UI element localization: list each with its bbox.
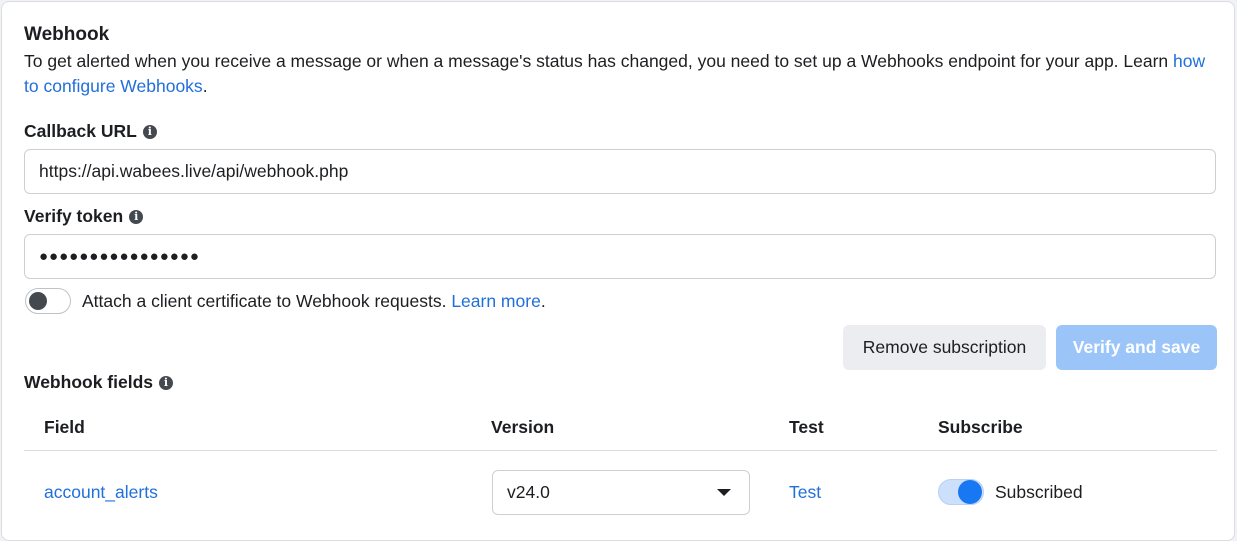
subscribe-status: Subscribed — [995, 482, 1083, 502]
webhook-card: Webhook To get alerted when you receive … — [1, 1, 1235, 541]
column-header-field: Field — [44, 417, 85, 437]
webhook-fields-label: Webhook fields — [24, 372, 153, 392]
test-link[interactable]: Test — [789, 482, 821, 503]
remove-subscription-button[interactable]: Remove subscription — [843, 325, 1046, 370]
callback-url-label-row: Callback URL i — [24, 121, 157, 142]
verify-and-save-button[interactable]: Verify and save — [1056, 325, 1217, 370]
field-name-link[interactable]: account_alerts — [44, 482, 158, 503]
toggle-knob — [958, 480, 982, 504]
verify-token-label-row: Verify token i — [24, 206, 144, 227]
webhook-fields-label-row: Webhook fields i — [24, 372, 173, 393]
callback-url-input[interactable]: https://api.wabees.live/api/webhook.php — [24, 149, 1216, 194]
client-certificate-text: Attach a client certificate to Webhook r… — [82, 291, 546, 312]
client-certificate-label: Attach a client certificate to Webhook r… — [82, 291, 452, 311]
toggle-knob — [29, 292, 47, 310]
client-certificate-suffix: . — [540, 291, 546, 311]
section-title: Webhook — [24, 24, 110, 45]
column-header-version: Version — [491, 417, 555, 437]
column-header-test: Test — [789, 417, 824, 437]
chevron-down-icon — [717, 489, 731, 496]
subscribe-toggle[interactable] — [938, 479, 984, 505]
info-icon[interactable]: i — [142, 124, 157, 139]
table-row: account_alerts v24.0 Test Subscribed — [24, 451, 1217, 534]
client-certificate-toggle[interactable] — [25, 288, 71, 314]
verify-token-label: Verify token — [24, 206, 124, 226]
webhook-description: To get alerted when you receive a messag… — [24, 49, 1219, 99]
description-text: To get alerted when you receive a messag… — [24, 51, 1174, 71]
description-suffix: . — [202, 76, 208, 96]
info-icon[interactable]: i — [159, 375, 173, 390]
version-select-value: v24.0 — [507, 482, 550, 502]
column-header-subscribe: Subscribe — [938, 417, 1023, 437]
fields-table-header: Field Version Test Subscribe — [24, 405, 1217, 451]
verify-token-input[interactable]: ●●●●●●●●●●●●●●●● — [24, 234, 1216, 279]
callback-url-label: Callback URL — [24, 121, 137, 141]
version-select[interactable]: v24.0 — [492, 470, 750, 515]
info-icon[interactable]: i — [129, 209, 144, 224]
learn-more-link[interactable]: Learn more — [451, 291, 541, 311]
